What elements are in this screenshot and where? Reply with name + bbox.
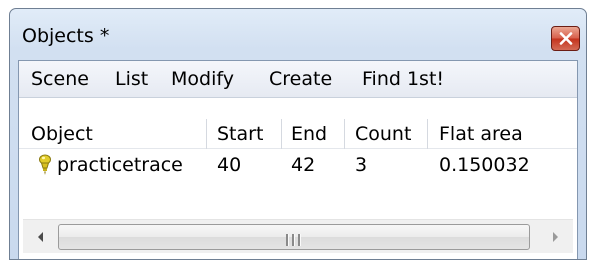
column-divider[interactable] xyxy=(206,119,207,149)
menu-list[interactable]: List xyxy=(115,68,148,90)
menu-find-first[interactable]: Find 1st! xyxy=(362,68,444,90)
scrollbar-thumb[interactable] xyxy=(58,224,530,250)
menu-scene[interactable]: Scene xyxy=(31,68,89,90)
window-client-area: Scene List Modify Create Find 1st! Objec… xyxy=(18,60,578,259)
cell-end: 42 xyxy=(291,154,316,176)
cell-start: 40 xyxy=(217,154,242,176)
column-header-object[interactable]: Object xyxy=(31,123,93,145)
column-divider[interactable] xyxy=(344,119,345,149)
trace-pin-icon xyxy=(39,154,51,175)
column-divider[interactable] xyxy=(427,119,428,149)
objects-window: Objects * Scene List Modify Create Find … xyxy=(9,8,587,260)
menu-create[interactable]: Create xyxy=(269,68,332,90)
column-header-count[interactable]: Count xyxy=(355,123,411,145)
cell-count: 3 xyxy=(355,154,368,176)
cell-flat-area: 0.150032 xyxy=(439,154,530,176)
column-header-end[interactable]: End xyxy=(291,123,327,145)
cell-object: practicetrace xyxy=(57,154,183,176)
column-header-flat-area[interactable]: Flat area xyxy=(439,123,523,145)
close-icon xyxy=(559,32,573,45)
table-row[interactable]: practicetrace 40 42 3 0.150032 xyxy=(19,151,577,183)
horizontal-scrollbar[interactable] xyxy=(23,219,573,253)
column-header-start[interactable]: Start xyxy=(217,123,263,145)
scrollbar-grip-icon xyxy=(286,231,304,250)
scroll-left-icon[interactable] xyxy=(33,229,49,245)
close-button[interactable] xyxy=(551,26,580,51)
menu-modify[interactable]: Modify xyxy=(171,68,234,90)
window-bottom-edge xyxy=(19,255,577,259)
list-header: Object Start End Count Flat area xyxy=(19,119,577,149)
menu-bar: Scene List Modify Create Find 1st! xyxy=(19,61,577,98)
window-title: Objects * xyxy=(22,25,110,47)
column-divider[interactable] xyxy=(281,119,282,149)
scroll-right-icon[interactable] xyxy=(547,229,563,245)
